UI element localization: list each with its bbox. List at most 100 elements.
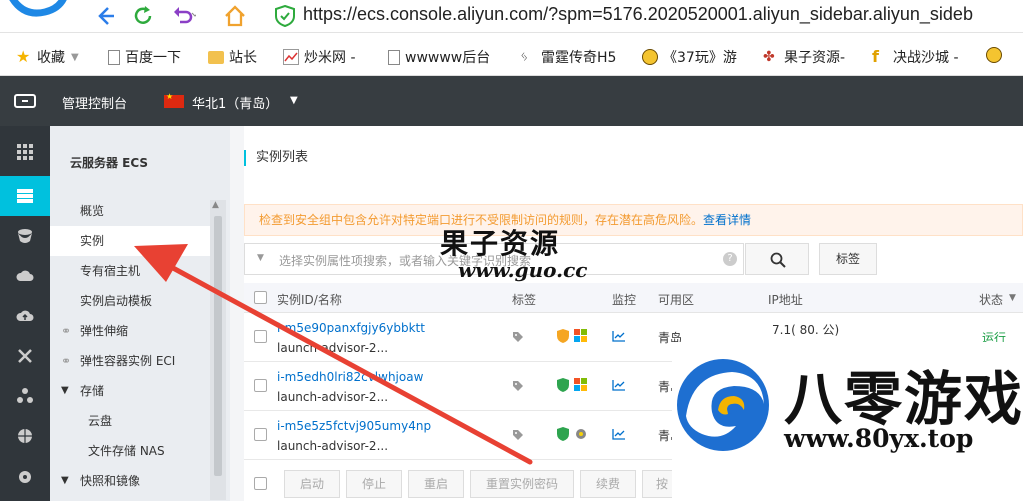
chevron-down-icon[interactable]: ▼ bbox=[290, 95, 298, 106]
table-header: 实例ID/名称 标签 监控 可用区 IP地址 状态 ▼ bbox=[244, 283, 1023, 313]
bookmark-favorites[interactable]: ★ 收藏 ▼ bbox=[16, 47, 79, 67]
scroll-up-icon[interactable]: ▲ bbox=[212, 200, 219, 210]
sidebar-group-snapshots[interactable]: ▼ 快照和镜像 bbox=[50, 466, 210, 496]
security-shield-icon[interactable] bbox=[557, 427, 569, 441]
product-rail bbox=[0, 126, 50, 501]
caret-down-icon: ▼ bbox=[61, 475, 69, 486]
server-icon bbox=[17, 189, 33, 203]
sidebar-item-instances[interactable]: 实例 bbox=[50, 226, 210, 256]
tag-icon[interactable] bbox=[512, 331, 524, 343]
rail-tools[interactable] bbox=[0, 336, 50, 376]
bookmark-label: 决战沙城 - bbox=[893, 50, 959, 66]
renew-button[interactable]: 续费 bbox=[580, 470, 636, 498]
cluster-icon bbox=[17, 388, 33, 403]
sidebar-item-launch-templates[interactable]: 实例启动模板 bbox=[50, 286, 210, 316]
search-button[interactable] bbox=[745, 243, 809, 275]
bookmark-item[interactable] bbox=[986, 47, 1007, 63]
sidebar-item-dedicated-host[interactable]: 专有宿主机 bbox=[50, 256, 210, 286]
windows-icon bbox=[574, 329, 587, 342]
search-icon bbox=[770, 252, 786, 268]
browser-logo-icon bbox=[9, 0, 67, 17]
console-title[interactable]: 管理控制台 bbox=[62, 93, 127, 112]
security-shield-icon[interactable] bbox=[557, 329, 569, 343]
tag-button[interactable]: 标签 bbox=[819, 243, 877, 275]
rail-cloud[interactable] bbox=[0, 256, 50, 296]
rail-settings[interactable] bbox=[0, 456, 50, 496]
home-icon[interactable] bbox=[222, 3, 248, 29]
bookmark-item[interactable]: ✤ 果子资源- bbox=[763, 47, 845, 67]
bookmark-item[interactable]: ᛃ 雷霆传奇H5 bbox=[520, 47, 616, 67]
caret-down-icon[interactable]: ▼ bbox=[257, 253, 264, 263]
chart-icon bbox=[283, 49, 299, 65]
security-shield-icon[interactable] bbox=[557, 378, 569, 392]
bookmark-item[interactable]: 炒米网 - bbox=[283, 47, 356, 67]
stop-button[interactable]: 停止 bbox=[346, 470, 402, 498]
bookmark-item[interactable]: 《37玩》游 bbox=[642, 47, 737, 67]
bookmark-label: 百度一下 bbox=[125, 50, 181, 66]
smiley-icon bbox=[986, 47, 1002, 63]
refresh-icon[interactable] bbox=[130, 3, 156, 29]
url-field[interactable]: https://ecs.console.aliyun.com/?spm=5176… bbox=[303, 4, 973, 25]
region-selector[interactable]: 华北1（青岛） bbox=[192, 93, 278, 112]
sidebar-item-disks[interactable]: 云盘 bbox=[50, 406, 210, 436]
warning-details-link[interactable]: 查看详情 bbox=[703, 213, 751, 227]
sidebar-item-label: 实例启动模板 bbox=[80, 294, 153, 308]
start-button[interactable]: 启动 bbox=[284, 470, 340, 498]
column-header[interactable]: 状态 bbox=[979, 291, 1003, 308]
bookmark-item[interactable]: wwwww后台 bbox=[388, 47, 490, 67]
column-header[interactable]: 实例ID/名称 bbox=[277, 291, 342, 308]
bookmark-item[interactable]: f 决战沙城 - bbox=[872, 47, 959, 67]
rail-database[interactable] bbox=[0, 216, 50, 256]
aliyun-logo-icon[interactable] bbox=[14, 94, 36, 108]
instance-id-link[interactable]: i-m5e5z5fctvj905umy4np bbox=[277, 419, 431, 433]
caret-down-icon: ▼ bbox=[61, 385, 69, 396]
tag-icon[interactable] bbox=[512, 380, 524, 392]
column-header: 标签 bbox=[512, 293, 537, 307]
rail-cluster[interactable] bbox=[0, 376, 50, 416]
select-all-checkbox[interactable] bbox=[254, 477, 267, 490]
instance-id-link[interactable]: i-m5edh0lri82cvlwhjoaw bbox=[277, 370, 423, 384]
row-checkbox[interactable] bbox=[254, 428, 267, 441]
rail-all-products[interactable] bbox=[0, 132, 50, 172]
tag-icon[interactable] bbox=[512, 429, 524, 441]
reset-password-button[interactable]: 重置实例密码 bbox=[470, 470, 574, 498]
bookmark-item[interactable]: 站长 bbox=[208, 47, 257, 67]
windows-icon bbox=[574, 378, 587, 391]
sidebar-item-auto-scaling[interactable]: ⚭ 弹性伸缩 bbox=[50, 316, 210, 346]
undo-icon[interactable] bbox=[170, 3, 196, 29]
folder-icon bbox=[208, 50, 224, 64]
row-checkbox[interactable] bbox=[254, 379, 267, 392]
back-icon[interactable] bbox=[92, 3, 118, 29]
instance-name: launch-advisor-2... bbox=[277, 390, 389, 404]
monitor-chart-icon[interactable] bbox=[612, 379, 626, 391]
instance-id-link[interactable]: i-m5e90panxfgjy6ybbktt bbox=[277, 321, 425, 335]
bookmark-item[interactable]: 百度一下 bbox=[108, 47, 181, 67]
select-all-checkbox[interactable] bbox=[254, 291, 267, 304]
instance-name: launch-advisor-2... bbox=[277, 439, 389, 453]
filter-icon[interactable]: ▼ bbox=[1009, 293, 1016, 303]
sidebar-item-label: 文件存储 NAS bbox=[88, 444, 165, 458]
sidebar-item-label: 实例 bbox=[80, 234, 105, 248]
sidebar-item-label: 弹性伸缩 bbox=[80, 324, 129, 338]
bookmark-label: 雷霆传奇H5 bbox=[541, 50, 617, 66]
row-checkbox[interactable] bbox=[254, 330, 267, 343]
main-gutter bbox=[230, 126, 244, 501]
page-icon bbox=[388, 49, 400, 65]
column-header[interactable]: 可用区 bbox=[658, 291, 694, 308]
help-icon[interactable]: ? bbox=[723, 252, 737, 266]
rail-upload[interactable] bbox=[0, 296, 50, 336]
bookmark-label: wwwww后台 bbox=[405, 50, 491, 66]
sidebar-item-nas[interactable]: 文件存储 NAS bbox=[50, 436, 210, 466]
bookmark-label: 站长 bbox=[229, 50, 257, 66]
sidebar-item-overview[interactable]: 概览 bbox=[50, 196, 210, 226]
rail-ecs[interactable] bbox=[0, 176, 50, 216]
monitor-chart-icon[interactable] bbox=[612, 428, 626, 440]
restart-button[interactable]: 重启 bbox=[408, 470, 464, 498]
sidebar-title: 云服务器 ECS bbox=[70, 156, 149, 170]
database-icon bbox=[18, 229, 32, 243]
sidebar-group-storage[interactable]: ▼ 存储 bbox=[50, 376, 210, 406]
rail-globe[interactable] bbox=[0, 416, 50, 456]
sidebar-scroll-thumb[interactable] bbox=[214, 216, 222, 476]
sidebar-item-eci[interactable]: ⚭ 弹性容器实例 ECI bbox=[50, 346, 210, 376]
monitor-chart-icon[interactable] bbox=[612, 330, 626, 342]
